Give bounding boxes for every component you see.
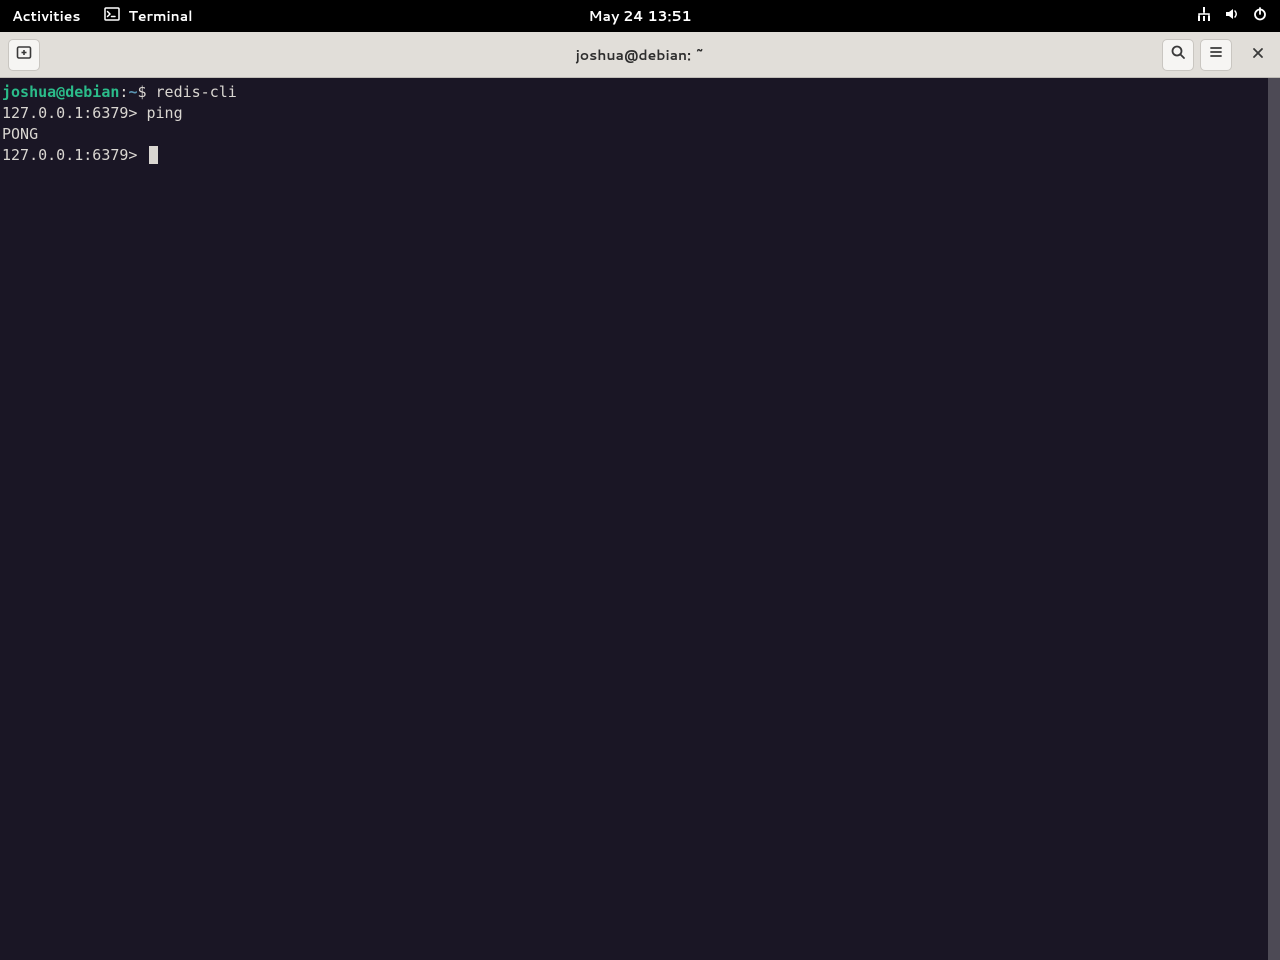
redis-prompt-1: 127.0.0.1:6379> [2,104,147,122]
volume-icon[interactable] [1224,6,1240,27]
terminal-area: joshua@debian:~$ redis-cli 127.0.0.1:637… [0,78,1280,960]
headerbar-left [8,39,40,71]
terminal-scrollbar[interactable] [1268,78,1280,960]
prompt-dollar: $ [137,83,155,101]
redis-command-1: ping [147,104,183,122]
activities-button[interactable]: Activities [12,6,80,26]
window-headerbar: joshua@debian: ~ [0,32,1280,78]
close-icon [1251,43,1265,66]
terminal-output[interactable]: joshua@debian:~$ redis-cli 127.0.0.1:637… [0,78,1268,960]
clock-button[interactable]: May 24 13:51 [589,6,692,26]
panel-left: Activities Terminal [12,6,193,27]
redis-prompt-2: 127.0.0.1:6379> [2,146,147,164]
window-title: joshua@debian: ~ [576,45,705,65]
power-icon[interactable] [1252,6,1268,27]
app-menu-label: Terminal [128,6,192,26]
terminal-app-icon [104,6,120,27]
terminal-cursor [149,146,158,164]
network-icon[interactable] [1196,6,1212,27]
app-menu-button[interactable]: Terminal [104,6,192,27]
close-button[interactable] [1244,41,1272,69]
gnome-top-panel: Activities Terminal May 24 13:51 [0,0,1280,32]
menu-button[interactable] [1200,39,1232,71]
search-icon [1170,43,1186,66]
shell-command: redis-cli [156,83,237,101]
panel-right [1196,6,1268,27]
new-tab-button[interactable] [8,39,40,71]
plus-tab-icon [16,43,32,66]
hamburger-icon [1208,43,1224,66]
search-button[interactable] [1162,39,1194,71]
redis-response-1: PONG [2,125,38,143]
headerbar-right [1162,39,1272,71]
prompt-user-host: joshua@debian [2,83,119,101]
